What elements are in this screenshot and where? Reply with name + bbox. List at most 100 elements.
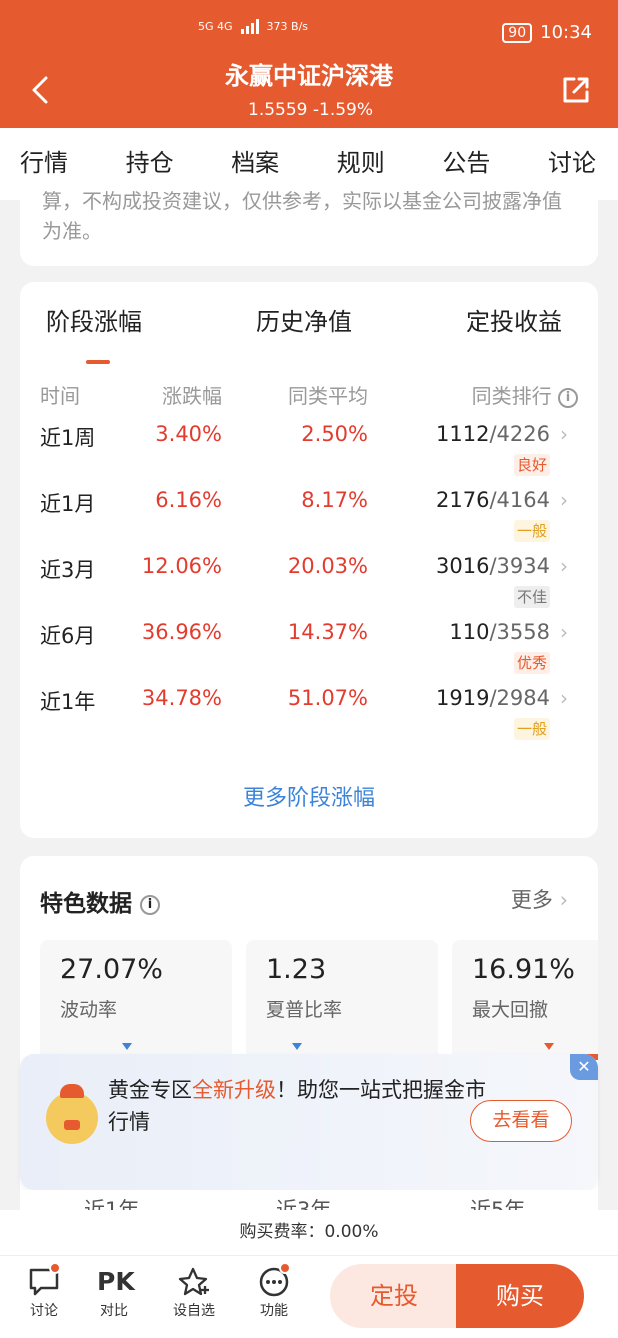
- table-row[interactable]: 近1周 3.40% 2.50% 1112/4226 › 良好: [20, 422, 598, 488]
- subtab-sip-return[interactable]: 定投收益: [466, 302, 562, 337]
- chevron-right-icon: ›: [560, 686, 568, 710]
- info-icon[interactable]: i: [558, 387, 578, 408]
- row-time: 近1周: [40, 426, 96, 450]
- battery-icon: 90: [502, 22, 533, 43]
- rating-badge: 优秀: [513, 652, 550, 674]
- row-rank: 110/3558: [449, 620, 550, 644]
- disclaimer-card: 算，不构成投资建议，仅供参考，实际以基金公司披露净值为准。: [20, 180, 598, 266]
- metric-value: 27.07%: [60, 954, 163, 985]
- row-time: 近6月: [40, 624, 96, 648]
- table-row[interactable]: 近1月 6.16% 8.17% 2176/4164 › 一般: [20, 488, 598, 554]
- functions-label: 功能: [260, 1303, 288, 1319]
- purchase-fee: 购买费率：0.00%: [0, 1210, 618, 1256]
- tab-1-year[interactable]: 近1年: [84, 1194, 139, 1210]
- tab-5-year[interactable]: 近5年: [470, 1194, 525, 1210]
- promo-text: 黄金专区全新升级！助您一站式把握金市行情: [108, 1074, 488, 1138]
- share-button[interactable]: [560, 74, 592, 106]
- pk-icon: PK: [97, 1267, 135, 1296]
- rating-badge: 良好: [513, 454, 550, 476]
- page-title: 永赢中证沪深港: [225, 62, 393, 90]
- rank-value: 110: [449, 620, 490, 644]
- row-rank: 1919/2984: [436, 686, 550, 710]
- metric-label: 波动率: [60, 999, 118, 1021]
- rank-total: /4226: [489, 422, 550, 446]
- rank-value: 1919: [436, 686, 490, 710]
- metric-volatility[interactable]: 27.07% 波动率: [40, 940, 232, 1060]
- promo-view-button[interactable]: 去看看: [470, 1100, 572, 1142]
- watchlist-label: 设自选: [173, 1303, 215, 1319]
- star-plus-icon: [177, 1266, 211, 1298]
- chat-icon: [27, 1262, 61, 1298]
- rank-value: 2176: [436, 488, 490, 512]
- app-header: 5G 4G 373 B/s 90 10:34 永赢中证沪深港 1.5559 -1…: [0, 0, 618, 128]
- row-average: 8.17%: [301, 488, 368, 512]
- bottom-action-bar: 讨论 PK 对比 设自选 功能 定投 购买: [0, 1256, 618, 1338]
- sip-button[interactable]: 定投: [330, 1264, 458, 1328]
- row-rank: 1112/4226: [436, 422, 550, 446]
- discussion-button[interactable]: 讨论: [14, 1262, 74, 1320]
- row-change: 12.06%: [141, 554, 222, 578]
- row-change: 34.78%: [141, 686, 222, 710]
- subtab-history-nav[interactable]: 历史净值: [256, 302, 352, 337]
- performance-subtabs: 阶段涨幅 历史净值 定投收益: [20, 302, 598, 364]
- row-rank: 2176/4164: [436, 488, 550, 512]
- rank-header-label: 同类排行: [471, 384, 552, 408]
- row-change: 6.16%: [155, 488, 222, 512]
- info-icon[interactable]: i: [140, 894, 161, 915]
- level-marker-icon: [544, 1043, 554, 1050]
- chevron-right-icon: ›: [560, 554, 568, 578]
- table-row[interactable]: 近6月 36.96% 14.37% 110/3558 › 优秀: [20, 620, 598, 686]
- row-average: 2.50%: [301, 422, 368, 446]
- rank-total: /3934: [489, 554, 550, 578]
- row-time: 近1年: [40, 690, 96, 714]
- rating-badge: 一般: [513, 520, 550, 542]
- rank-value: 3016: [436, 554, 490, 578]
- share-icon: [563, 77, 589, 103]
- metric-sharpe[interactable]: 1.23 夏普比率: [246, 940, 438, 1060]
- compare-button[interactable]: PK 对比: [84, 1266, 144, 1320]
- feature-more-link[interactable]: 更多 ›: [511, 884, 568, 914]
- row-average: 14.37%: [287, 620, 368, 644]
- metric-value: 16.91%: [472, 954, 575, 985]
- row-change: 36.96%: [141, 620, 222, 644]
- rank-total: /2984: [489, 686, 550, 710]
- promo-highlight: 全新升级: [192, 1078, 276, 1102]
- row-change: 3.40%: [155, 422, 222, 446]
- more-dots-icon: [257, 1262, 291, 1298]
- feature-more-label: 更多: [510, 888, 553, 912]
- rank-value: 1112: [436, 422, 490, 446]
- gold-promo-banner[interactable]: 黄金专区全新升级！助您一站式把握金市行情 去看看 ✕: [20, 1054, 598, 1190]
- tab-3-year[interactable]: 近3年: [276, 1194, 331, 1210]
- feature-title-label: 特色数据: [40, 891, 132, 917]
- row-time: 近1月: [40, 492, 96, 516]
- col-header-rank: 同类排行 i: [472, 380, 578, 409]
- performance-card: 阶段涨幅 历史净值 定投收益 时间 涨跌幅 同类平均 同类排行 i 近1周 3.…: [20, 282, 598, 838]
- table-row[interactable]: 近3月 12.06% 20.03% 3016/3934 › 不佳: [20, 554, 598, 620]
- promo-text-a: 黄金专区: [108, 1078, 192, 1102]
- add-watchlist-button[interactable]: 设自选: [164, 1266, 224, 1320]
- rating-badge: 不佳: [513, 586, 550, 608]
- col-header-time: 时间: [40, 384, 80, 408]
- metric-label: 最大回撤: [472, 999, 549, 1021]
- functions-button[interactable]: 功能: [244, 1262, 304, 1320]
- rank-total: /3558: [489, 620, 550, 644]
- disclaimer-text: 算，不构成投资建议，仅供参考，实际以基金公司披露净值为准。: [42, 189, 562, 243]
- row-average: 51.07%: [287, 686, 368, 710]
- close-icon[interactable]: ✕: [570, 1054, 598, 1080]
- subtab-stage-return[interactable]: 阶段涨幅: [46, 302, 142, 364]
- compare-label: 对比: [100, 1303, 128, 1319]
- level-marker-icon: [122, 1043, 132, 1050]
- table-row[interactable]: 近1年 34.78% 51.07% 1919/2984 › 一般: [20, 686, 598, 752]
- metric-max-drawdown[interactable]: 16.91% 最大回撤: [452, 940, 598, 1060]
- metric-value: 1.23: [266, 954, 327, 985]
- row-average: 20.03%: [287, 554, 368, 578]
- more-stage-return-link[interactable]: 更多阶段涨幅: [20, 780, 598, 812]
- signal-icon: [240, 18, 259, 34]
- network-label: 5G 4G: [198, 19, 233, 33]
- discussion-label: 讨论: [30, 1303, 58, 1319]
- clock: 10:34: [540, 22, 592, 43]
- level-marker-icon: [292, 1043, 302, 1050]
- buy-button[interactable]: 购买: [456, 1264, 584, 1328]
- row-time: 近3月: [40, 558, 96, 582]
- status-right: 90 10:34: [502, 22, 592, 43]
